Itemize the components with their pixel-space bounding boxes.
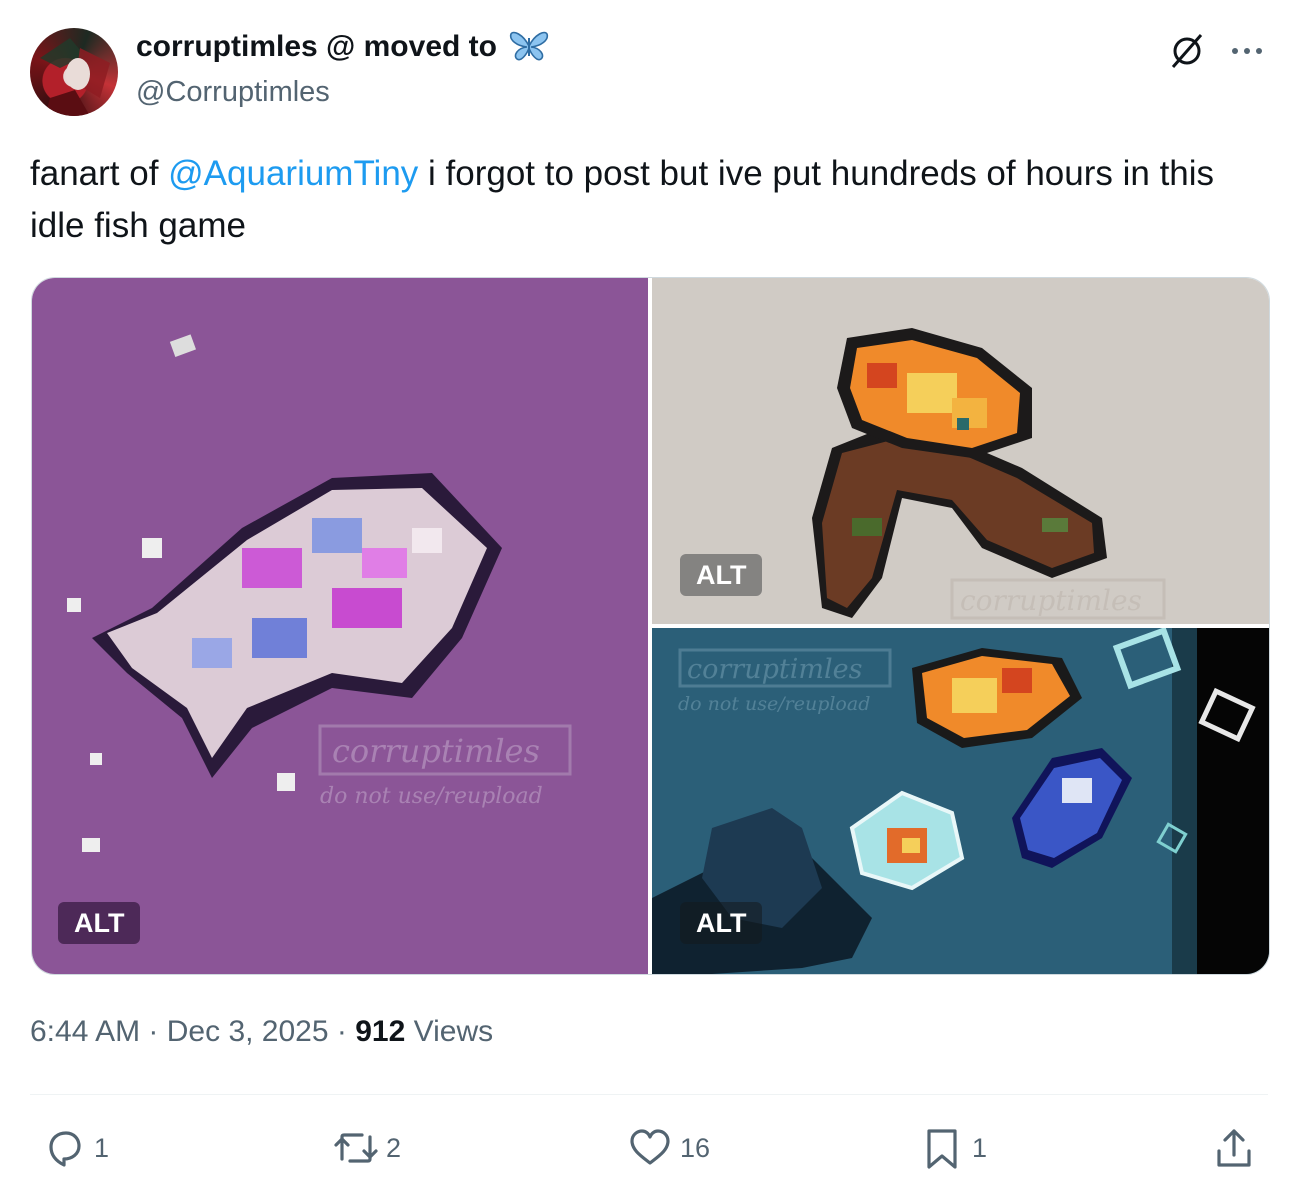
- media-image-fire-fish-boots[interactable]: corruptimles ALT: [652, 278, 1269, 624]
- reply-icon: [40, 1124, 88, 1172]
- views-count: 912: [355, 1015, 406, 1048]
- watermark-note: do not use/reupload: [678, 693, 870, 715]
- repost-icon: [332, 1124, 380, 1172]
- meta-separator: ·: [336, 1015, 347, 1048]
- share-icon: [1210, 1124, 1258, 1172]
- repost-count: 2: [386, 1132, 402, 1163]
- watermark-text: corruptimles: [332, 732, 540, 770]
- author-handle[interactable]: @Corruptimles: [136, 76, 330, 109]
- bookmark-count: 1: [972, 1132, 988, 1163]
- like-button[interactable]: 16: [626, 1124, 710, 1172]
- share-button[interactable]: [1210, 1124, 1258, 1172]
- mention-link[interactable]: @AquariumTiny: [168, 154, 418, 193]
- tweet-text: fanart of @AquariumTiny i forgot to post…: [30, 148, 1275, 252]
- reply-count: 1: [94, 1132, 110, 1163]
- watermark-text: corruptimles: [960, 584, 1142, 617]
- butterfly-icon: [509, 30, 549, 70]
- media-image-aquarium-scene[interactable]: corruptimles do not use/reupload ALT: [652, 628, 1269, 974]
- display-name-text: corruptimles @ moved to: [136, 30, 497, 63]
- media-grid: corruptimles do not use/reupload ALT cor…: [31, 277, 1270, 975]
- more-options-icon[interactable]: [1226, 30, 1268, 72]
- alt-badge-boots[interactable]: ALT: [680, 554, 763, 596]
- watermark-group: corruptimles: [950, 578, 1166, 620]
- divider: [30, 1094, 1268, 1095]
- bookmark-button[interactable]: 1: [918, 1124, 987, 1172]
- alt-badge-fish[interactable]: ALT: [58, 902, 141, 944]
- media-image-purple-fish[interactable]: corruptimles do not use/reupload ALT: [32, 278, 648, 974]
- bookmark-icon: [918, 1124, 966, 1172]
- alt-badge-tank[interactable]: ALT: [680, 902, 763, 944]
- views-label: Views: [413, 1015, 494, 1048]
- heart-icon: [626, 1124, 674, 1172]
- author-avatar[interactable]: [30, 28, 118, 116]
- tweet-text-before: fanart of: [30, 154, 169, 193]
- avatar-art: [40, 38, 110, 116]
- tweet-meta: 6:44 AM · Dec 3, 2025 · 912 Views: [30, 1015, 493, 1049]
- watermark-note: do not use/reupload: [320, 784, 543, 809]
- grok-icon[interactable]: [1166, 30, 1208, 72]
- tweet-time[interactable]: 6:44 AM: [30, 1015, 140, 1048]
- watermark-group: corruptimles do not use/reupload: [678, 648, 892, 715]
- author-display-name[interactable]: corruptimles @ moved to: [136, 30, 549, 70]
- repost-button[interactable]: 2: [332, 1124, 401, 1172]
- watermark-group: corruptimles do not use/reupload: [318, 724, 572, 809]
- purple-fish-artwork: corruptimles do not use/reupload: [67, 334, 572, 852]
- tweet-date[interactable]: Dec 3, 2025: [167, 1015, 329, 1048]
- like-count: 16: [680, 1132, 711, 1163]
- watermark-text: corruptimles: [687, 654, 862, 685]
- reply-button[interactable]: 1: [40, 1124, 109, 1172]
- meta-separator: ·: [148, 1015, 159, 1048]
